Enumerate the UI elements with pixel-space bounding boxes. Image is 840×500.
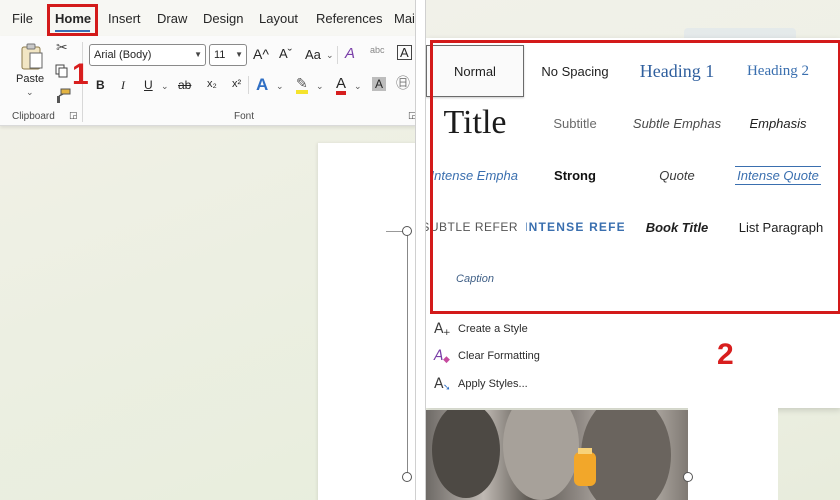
character-border-icon[interactable]: A [397, 45, 412, 60]
tab-references[interactable]: References [316, 11, 382, 26]
text-effects-chevron-icon[interactable]: ⌄ [276, 81, 284, 92]
enclose-characters-icon[interactable]: ㊐ [396, 76, 410, 90]
underline-button[interactable]: U [144, 79, 153, 91]
italic-button[interactable]: I [121, 79, 125, 91]
highlight-box-home [47, 4, 98, 36]
apply-styles-menu-item[interactable]: A ➘ Apply Styles... [434, 374, 528, 394]
clipboard-launcher-icon[interactable]: ◲ [69, 111, 78, 120]
grow-font-button[interactable]: A^ [253, 47, 269, 61]
font-launcher-icon[interactable]: ◲ [408, 111, 415, 120]
menu-label: Apply Styles... [458, 378, 528, 390]
ribbon-tab-bar: File Home Insert Draw Design Layout Refe… [0, 0, 415, 36]
font-size-combo[interactable]: 11 ▼ [209, 44, 247, 66]
size-dropdown-icon: ▼ [235, 50, 243, 59]
font-group-label: Font [234, 111, 255, 122]
ribbon-home-panel: Paste ⌄ ✂ Clipboard ◲ Arial (Body) ▼ 11 … [0, 36, 415, 126]
tab-insert[interactable]: Insert [108, 11, 141, 26]
step-number-1: 1 [72, 58, 89, 91]
font-name-value: Arial (Body) [94, 49, 152, 61]
tab-layout[interactable]: Layout [259, 11, 298, 26]
change-case-chevron-icon[interactable]: ⌄ [326, 50, 334, 61]
subscript-button[interactable]: x₂ [207, 79, 217, 90]
resize-handle-bottom[interactable] [683, 472, 693, 482]
superscript-button[interactable]: x² [232, 79, 241, 90]
clear-formatting-button[interactable]: A [345, 46, 355, 61]
cut-scissors-icon[interactable]: ✂ [56, 40, 68, 54]
resize-handle-bottom[interactable] [402, 472, 412, 482]
clipboard-group-label: Clipboard [12, 111, 55, 122]
tab-mailings[interactable]: Mai [394, 11, 415, 26]
apply-styles-icon: A ➘ [434, 376, 451, 393]
document-photo [426, 410, 688, 500]
create-style-icon: A + [434, 321, 451, 338]
photo-illustration [432, 410, 671, 500]
font-color-chevron-icon[interactable]: ⌄ [354, 81, 362, 92]
resize-handle-top[interactable] [402, 226, 412, 236]
format-painter-icon[interactable] [55, 88, 71, 104]
text-effects-button[interactable]: A [256, 76, 268, 93]
paste-chevron-icon[interactable]: ⌄ [26, 87, 34, 98]
tab-file[interactable]: File [12, 11, 33, 26]
document-page-edge [688, 408, 778, 500]
strikethrough-button[interactable]: ab [178, 79, 191, 91]
change-case-button[interactable]: Aa [305, 48, 321, 61]
tab-design[interactable]: Design [203, 11, 243, 26]
menu-label: Create a Style [458, 323, 528, 335]
highlight-box-styles [430, 40, 840, 314]
styles-gallery-screenshot: Normal No Spacing Heading 1 Heading 2 Ti… [425, 0, 840, 500]
selection-border [407, 235, 408, 475]
step-number-2: 2 [717, 338, 734, 371]
clipboard-paste-icon[interactable] [20, 43, 44, 70]
font-dropdown-icon: ▼ [194, 50, 202, 59]
paste-button[interactable]: Paste [16, 73, 44, 85]
ribbon-screenshot: File Home Insert Draw Design Layout Refe… [0, 0, 416, 500]
font-name-combo[interactable]: Arial (Body) ▼ [89, 44, 206, 66]
bold-button[interactable]: B [96, 79, 105, 91]
phonetic-guide-icon[interactable]: abc [370, 46, 385, 55]
highlight-color-icon[interactable]: ✎ [296, 76, 308, 94]
font-size-value: 11 [214, 49, 226, 61]
menu-label: Clear Formatting [458, 350, 540, 362]
create-style-menu-item[interactable]: A + Create a Style [434, 319, 528, 339]
group-divider [337, 46, 338, 64]
clear-formatting-menu-item[interactable]: A ◆ Clear Formatting [434, 346, 540, 366]
tab-draw[interactable]: Draw [157, 11, 187, 26]
copy-icon[interactable] [55, 64, 69, 78]
clear-formatting-icon: A ◆ [434, 348, 450, 365]
font-color-button[interactable]: A [336, 76, 347, 95]
group-divider [248, 76, 249, 94]
character-shading-button[interactable]: A [372, 77, 387, 91]
underline-chevron-icon[interactable]: ⌄ [161, 81, 169, 92]
document-page [318, 143, 415, 500]
shrink-font-button[interactable]: Aˇ [279, 47, 292, 60]
highlight-chevron-icon[interactable]: ⌄ [316, 81, 324, 92]
